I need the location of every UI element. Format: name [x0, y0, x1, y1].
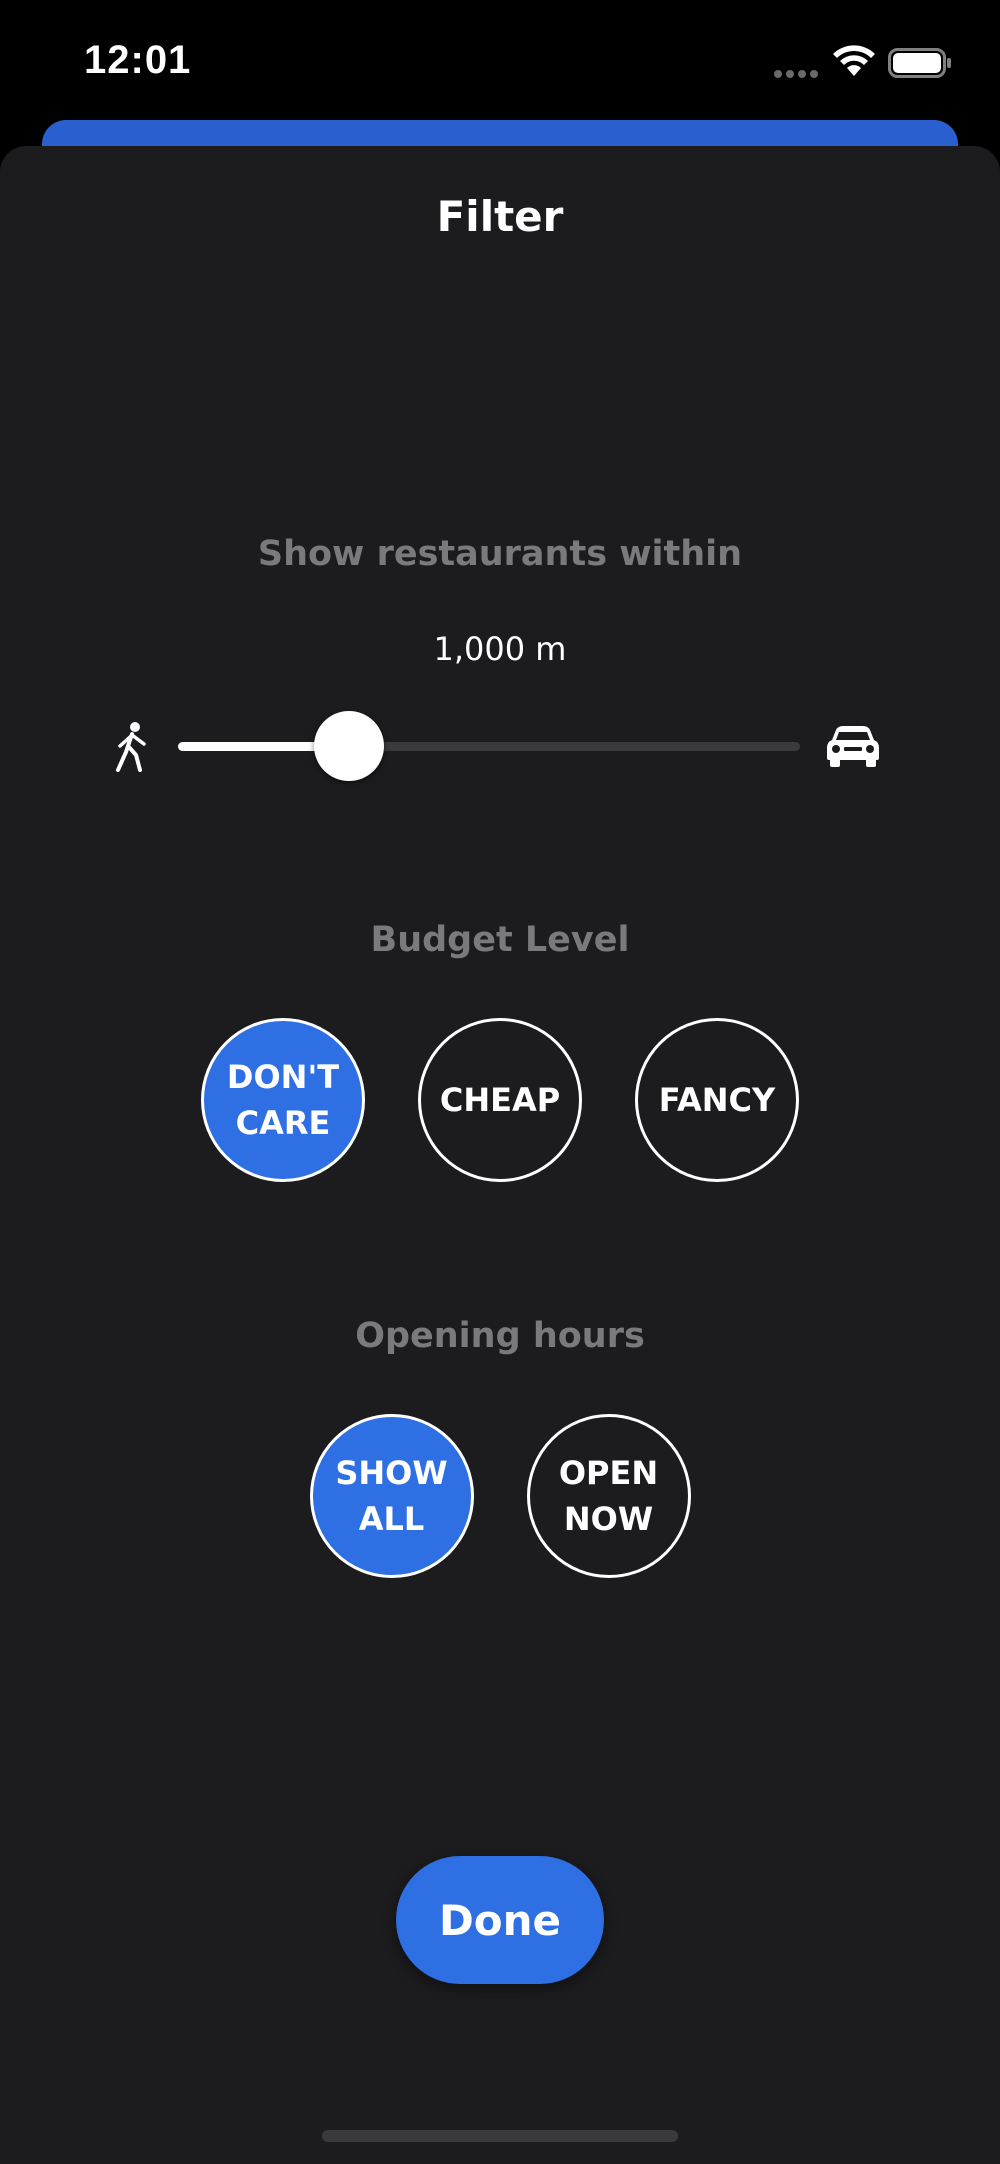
budget-option-dont-care[interactable]: DON'T CARE [201, 1018, 365, 1182]
car-icon [827, 726, 879, 767]
budget-option-fancy[interactable]: FANCY [635, 1018, 799, 1182]
done-button[interactable]: Done [396, 1856, 604, 1984]
budget-option-cheap[interactable]: CHEAP [418, 1018, 582, 1182]
distance-value: 1,000 m [433, 630, 567, 668]
budget-section-label: Budget Level [370, 920, 630, 960]
distance-slider[interactable] [178, 711, 800, 781]
battery-icon [888, 48, 951, 78]
walk-icon [116, 722, 146, 772]
hours-option-show-all[interactable]: SHOW ALL [309, 1414, 474, 1578]
status-time: 12:01 [84, 38, 192, 82]
home-indicator [322, 2130, 678, 2142]
filter-sheet: Filter Show restaurants within 1,000 m B… [0, 146, 1000, 2164]
budget-options: DON'T CARE CHEAP FANCY [0, 1018, 1000, 1182]
filter-screen: 12:01 Filter Show restaurants within 1,0… [0, 0, 1000, 2164]
opening-hours-section-label: Opening hours [355, 1316, 645, 1356]
wifi-icon [833, 45, 875, 76]
cellular-signal-icon [774, 70, 820, 80]
status-bar: 12:01 [0, 0, 1000, 130]
hours-option-open-now[interactable]: OPEN NOW [526, 1414, 691, 1578]
sheet-title: Filter [436, 192, 564, 241]
opening-hours-options: SHOW ALL OPEN NOW [0, 1414, 1000, 1578]
slider-thumb[interactable] [314, 711, 384, 781]
distance-section-label: Show restaurants within [257, 534, 743, 574]
